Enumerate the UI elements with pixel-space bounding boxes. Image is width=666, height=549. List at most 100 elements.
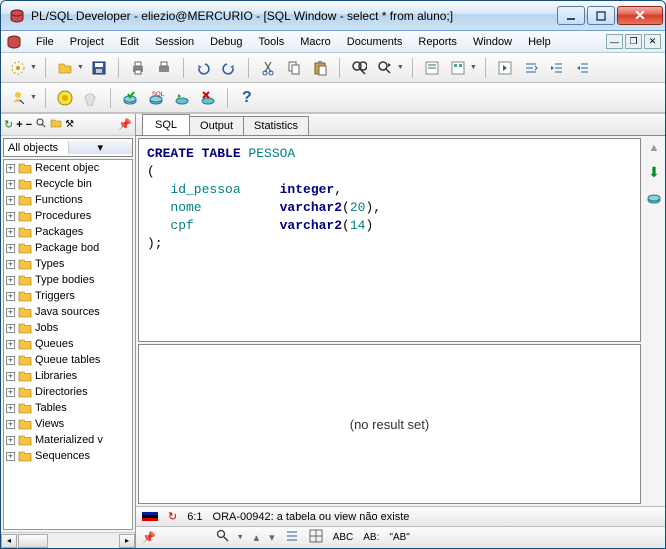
tree-item[interactable]: +Java sources <box>4 304 132 320</box>
menu-project[interactable]: Project <box>63 34 111 50</box>
tree-item[interactable]: +Libraries <box>4 368 132 384</box>
prev-icon[interactable]: ▴ <box>254 531 260 544</box>
dropdown-icon[interactable]: ▼ <box>237 534 244 541</box>
break-button[interactable] <box>80 87 102 109</box>
horizontal-scrollbar[interactable]: ◂ ▸ <box>1 532 135 548</box>
expand-icon[interactable]: + <box>6 388 15 397</box>
tree-item[interactable]: +Triggers <box>4 288 132 304</box>
tree-item[interactable]: +Packages <box>4 224 132 240</box>
minimize-button[interactable] <box>557 6 585 25</box>
query-builder-button[interactable] <box>447 57 469 79</box>
menu-file[interactable]: File <box>29 34 61 50</box>
expand-icon[interactable]: + <box>6 260 15 269</box>
maximize-button[interactable] <box>587 6 615 25</box>
dropdown-icon[interactable]: ▼ <box>77 64 84 71</box>
refresh-status-icon[interactable]: ↻ <box>168 510 177 523</box>
bookmark-list-icon[interactable] <box>285 529 299 546</box>
tree-item[interactable]: +Type bodies <box>4 272 132 288</box>
title-bar[interactable]: PL/SQL Developer - eliezio@MERCURIO - [S… <box>1 1 665 31</box>
mdi-restore[interactable]: ❐ <box>625 34 642 49</box>
add-icon[interactable]: + <box>16 119 22 131</box>
menu-window[interactable]: Window <box>466 34 519 50</box>
menu-help[interactable]: Help <box>521 34 558 50</box>
tab-sql[interactable]: SQL <box>142 114 190 135</box>
menu-debug[interactable]: Debug <box>203 34 249 50</box>
scroll-left[interactable]: ◂ <box>1 534 17 548</box>
explain-plan-button[interactable] <box>421 57 443 79</box>
unindent-button[interactable] <box>572 57 594 79</box>
tool-icon[interactable]: ⚒ <box>65 119 74 130</box>
expand-icon[interactable]: + <box>6 436 15 445</box>
scroll-right[interactable]: ▸ <box>119 534 135 548</box>
logon-button[interactable] <box>7 87 29 109</box>
kill-button[interactable] <box>197 87 219 109</box>
tree-item[interactable]: +Procedures <box>4 208 132 224</box>
tree-item[interactable]: +Recent objec <box>4 160 132 176</box>
sql-editor[interactable]: CREATE TABLE PESSOA ( id_pessoa integer,… <box>138 138 641 342</box>
grid-icon[interactable] <box>309 529 323 546</box>
dropdown-icon[interactable]: ▼ <box>470 64 477 71</box>
tree-item[interactable]: +Jobs <box>4 320 132 336</box>
menu-edit[interactable]: Edit <box>113 34 146 50</box>
compile-button[interactable] <box>494 57 516 79</box>
case-icon[interactable]: ABC <box>333 532 354 543</box>
menu-tools[interactable]: Tools <box>252 34 292 50</box>
remove-icon[interactable]: − <box>26 119 32 131</box>
print-setup-button[interactable] <box>153 57 175 79</box>
expand-icon[interactable]: + <box>6 452 15 461</box>
tree-item[interactable]: +Tables <box>4 400 132 416</box>
object-tree[interactable]: +Recent objec+Recycle bin+Functions+Proc… <box>3 159 133 530</box>
tree-item[interactable]: +Package bod <box>4 240 132 256</box>
expand-icon[interactable]: + <box>6 164 15 173</box>
expand-icon[interactable]: + <box>6 196 15 205</box>
menu-documents[interactable]: Documents <box>340 34 410 50</box>
tree-item[interactable]: +Queues <box>4 336 132 352</box>
cut-button[interactable] <box>257 57 279 79</box>
find-icon[interactable] <box>216 529 230 546</box>
pin-icon[interactable]: 📌 <box>118 118 132 131</box>
undo-button[interactable] <box>192 57 214 79</box>
case-toggle-icon[interactable]: AB: <box>363 532 379 543</box>
dropdown-icon[interactable]: ▼ <box>397 64 404 71</box>
expand-icon[interactable]: + <box>6 356 15 365</box>
print-button[interactable] <box>127 57 149 79</box>
pin-icon[interactable]: 📌 <box>142 531 156 544</box>
expand-icon[interactable]: + <box>6 324 15 333</box>
expand-icon[interactable]: + <box>6 244 15 253</box>
tree-item[interactable]: +Types <box>4 256 132 272</box>
object-filter-dropdown[interactable]: All objects ▾ <box>3 138 133 157</box>
tree-item[interactable]: +Sequences <box>4 448 132 464</box>
indent-button[interactable] <box>546 57 568 79</box>
tab-statistics[interactable]: Statistics <box>243 116 309 135</box>
next-icon[interactable]: ▾ <box>269 531 275 544</box>
tree-item[interactable]: +Functions <box>4 192 132 208</box>
find-button[interactable] <box>348 57 370 79</box>
commit-button[interactable] <box>119 87 141 109</box>
find-replace-button[interactable] <box>374 57 396 79</box>
expand-icon[interactable]: + <box>6 228 15 237</box>
menu-reports[interactable]: Reports <box>411 34 464 50</box>
expand-icon[interactable]: + <box>6 180 15 189</box>
menu-session[interactable]: Session <box>148 34 201 50</box>
first-page-icon[interactable]: ▲ <box>649 142 660 154</box>
chevron-down-icon[interactable]: ▾ <box>68 141 133 154</box>
dropdown-icon[interactable]: ▼ <box>30 94 37 101</box>
expand-icon[interactable]: + <box>6 340 15 349</box>
refresh-icon[interactable]: ↻ <box>4 118 13 131</box>
expand-icon[interactable]: + <box>6 276 15 285</box>
help-button[interactable]: ? <box>236 87 258 109</box>
tree-item[interactable]: +Recycle bin <box>4 176 132 192</box>
expand-icon[interactable]: + <box>6 308 15 317</box>
beautifier-button[interactable] <box>520 57 542 79</box>
new-button[interactable] <box>7 57 29 79</box>
tree-item[interactable]: +Queue tables <box>4 352 132 368</box>
expand-icon[interactable]: + <box>6 292 15 301</box>
folder-new-icon[interactable] <box>50 117 62 132</box>
expand-icon[interactable]: + <box>6 372 15 381</box>
scroll-thumb[interactable] <box>18 534 48 548</box>
mdi-minimize[interactable]: — <box>606 34 623 49</box>
quote-icon[interactable]: "AB" <box>389 532 409 543</box>
tree-item[interactable]: +Views <box>4 416 132 432</box>
mdi-close[interactable]: ✕ <box>644 34 661 49</box>
fetch-all-icon[interactable] <box>646 191 662 208</box>
